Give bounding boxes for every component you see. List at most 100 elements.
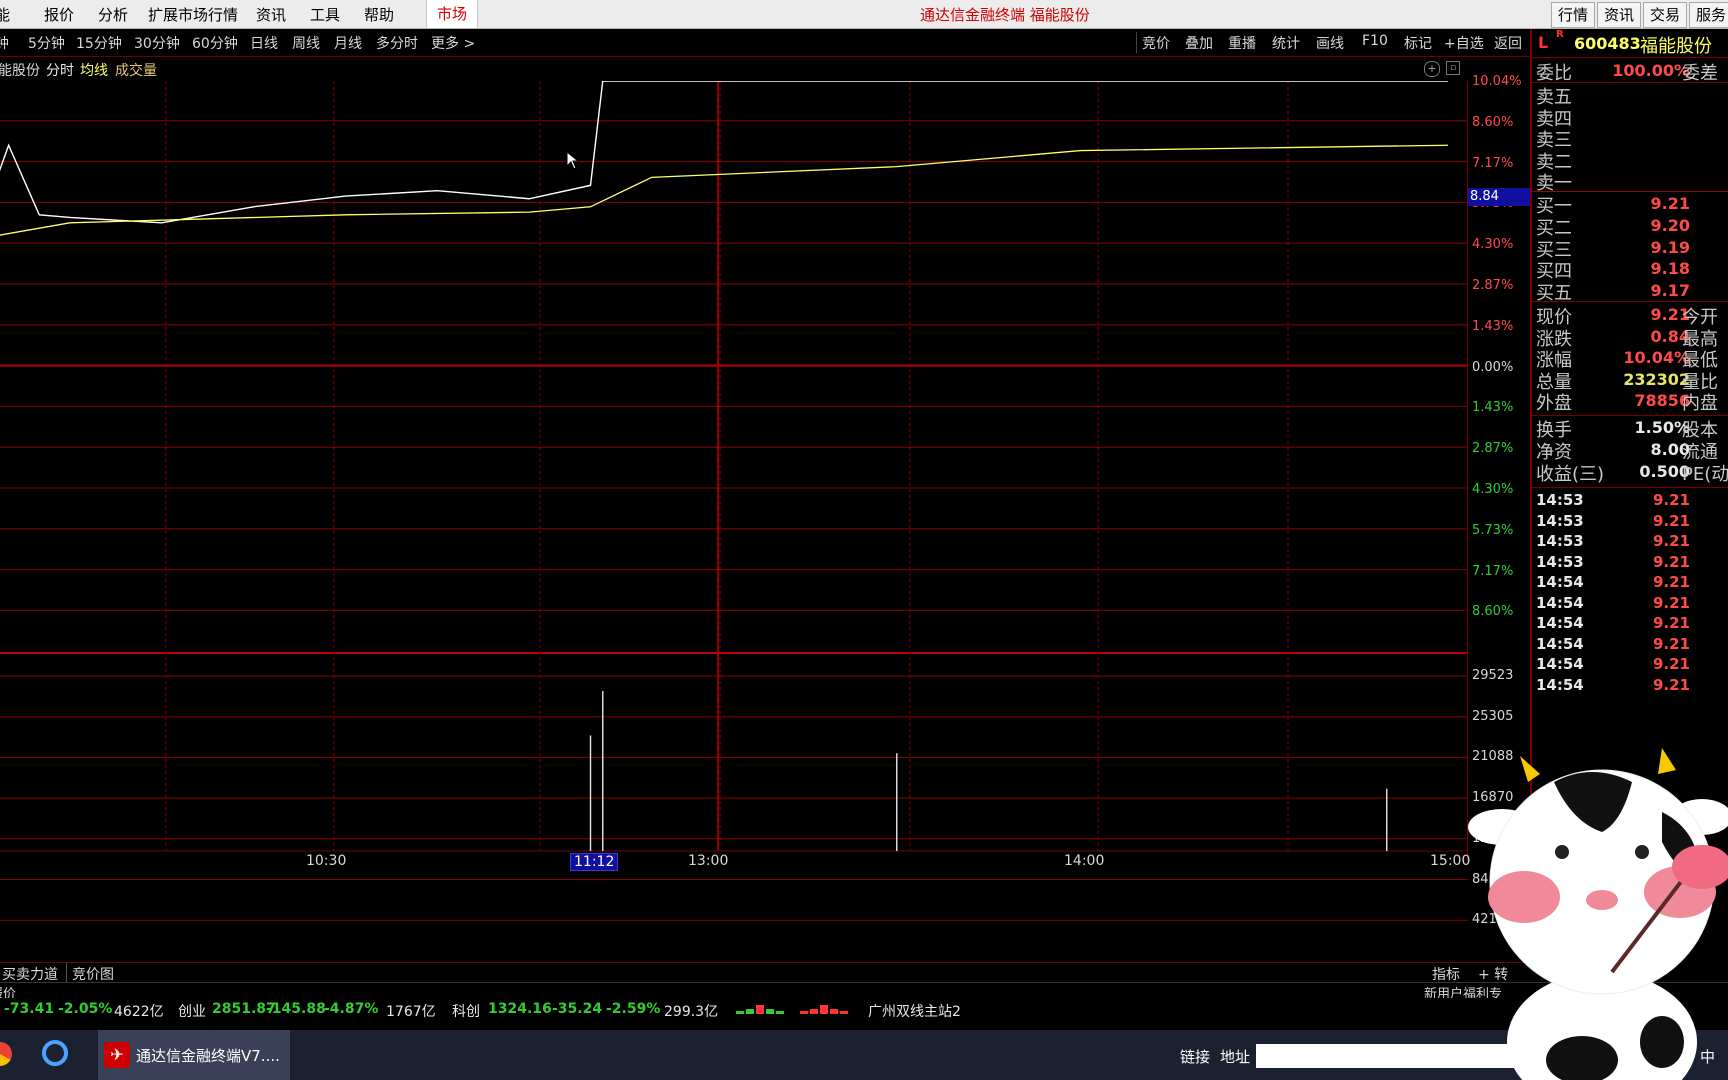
time-axis-label: 14:00 [1064, 853, 1105, 869]
chart-header: 福能股份 分时 均线 成交量 + ▫ [0, 57, 1468, 81]
replay-button[interactable]: 重播 [1228, 33, 1256, 53]
sh-amount: 4622亿 [114, 1004, 164, 1020]
tick-price: 9.21 [1652, 491, 1690, 509]
period-multi-intraday[interactable]: 多分时 [376, 33, 418, 53]
period-60min[interactable]: 60分钟 [192, 33, 238, 53]
tick-time: 14:54 [1536, 593, 1584, 612]
menu-help[interactable]: 帮助 [364, 4, 394, 25]
avg-line [0, 144, 1449, 236]
cy-name[interactable]: 创业 [178, 1001, 206, 1021]
chart-svg [0, 81, 1468, 921]
weibi-value: 100.00% [1612, 61, 1690, 80]
volume-label[interactable]: 成交量 [115, 60, 157, 80]
price-axis-label: 1.43% [1472, 400, 1514, 416]
period-30min[interactable]: 30分钟 [134, 33, 180, 53]
browser-icon[interactable] [42, 1040, 68, 1066]
cow-mascot-sticker [1468, 748, 1728, 1080]
period-5min[interactable]: 5分钟 [28, 33, 65, 53]
price-axis-label: 2.87% [1472, 441, 1514, 457]
more-periods[interactable]: 更多 > [431, 33, 475, 53]
tab-buy-sell-power[interactable]: 买卖力道 [2, 964, 58, 984]
period-15min[interactable]: 15分钟 [76, 33, 122, 53]
zoom-icon[interactable]: + [1424, 61, 1440, 77]
trade-button[interactable]: 交易 [1643, 2, 1687, 28]
market-button[interactable]: 行情 [1551, 2, 1595, 28]
f10-button[interactable]: F10 [1362, 33, 1388, 49]
menu-extended-market[interactable]: 扩展市场行情 [148, 4, 238, 25]
chrome-icon[interactable] [0, 1042, 12, 1066]
period-monthly[interactable]: 月线 [334, 33, 362, 53]
tick-time: 14:53 [1536, 552, 1584, 571]
add-watchlist-button[interactable]: +自选 [1444, 33, 1484, 53]
buy-level-price: 9.17 [1650, 281, 1690, 301]
price-axis-label: 4.30% [1472, 237, 1514, 253]
period-weekly[interactable]: 周线 [292, 33, 320, 53]
server-station[interactable]: 广州双线主站2 [868, 1001, 961, 1021]
r-indicator: R [1556, 29, 1564, 40]
tick-time: 14:53 [1536, 532, 1584, 550]
panel-stock-name: 福能股份 [1640, 36, 1712, 57]
price-axis-label: 10.04% [1472, 74, 1522, 89]
intraday-chart[interactable]: 10.04% 8.60% 7.17% 5.73% 4.30% 2.87% 1.43% 0.00… [0, 74, 1532, 962]
sh-pct: -2.05% [58, 1001, 113, 1017]
kc-amount: 299.3亿 [664, 1004, 719, 1020]
tab-indicator[interactable]: 指标 [1432, 964, 1460, 984]
link-label[interactable]: 链接 [1180, 1046, 1210, 1067]
draw-line-button[interactable]: 画线 [1316, 33, 1344, 53]
tick-price: 9.21 [1652, 614, 1690, 632]
mouse-cursor-icon [566, 151, 580, 170]
price-axis-label: 7.17% [1472, 563, 1514, 579]
avg-line-label[interactable]: 均线 [80, 60, 108, 80]
quote-value: 0.84 [1650, 326, 1690, 346]
mark-button[interactable]: 标记 [1404, 33, 1432, 53]
taskbar-app-label: 通达信金融终端V7.... [136, 1047, 280, 1065]
cursor-time-badge: 11:12 [570, 853, 619, 871]
service-button[interactable]: 服务 [1689, 2, 1728, 28]
menu-tools[interactable]: 工具 [310, 4, 340, 25]
panel-toggle-icon[interactable]: ▫ [1446, 61, 1460, 75]
kc-name[interactable]: 科创 [452, 1001, 480, 1021]
price-axis-label: 8.60% [1472, 604, 1514, 620]
period-toolbar: 1分钟 5分钟 15分钟 30分钟 60分钟 日线 周线 月线 多分时 更多 >… [0, 29, 1530, 57]
volume-axis-label: 29523 [1472, 668, 1514, 683]
kc-pct: -2.59% [606, 1001, 661, 1017]
panel-header: L R 600483 福能股份 [1532, 29, 1728, 58]
stock-code: 600483 [1574, 34, 1641, 53]
intraday-label[interactable]: 分时 [46, 60, 74, 80]
finance-value: 8.00 [1650, 440, 1690, 459]
menu-quote[interactable]: 报价 [44, 4, 74, 25]
indicator-tabs: 买卖力道 竞价图 指标 + 转 [0, 962, 1530, 983]
tick-time: 14:54 [1536, 655, 1584, 673]
time-axis-label: 10:30 [306, 853, 347, 869]
quote-label: 外盘 [1536, 393, 1572, 415]
finance-label: 收益(三) [1536, 464, 1605, 485]
quote-value: 78856 [1634, 391, 1690, 411]
menu-bar: 功能 报价 分析 扩展市场行情 资讯 工具 帮助 市场 通达信金融终端 福能股份… [0, 0, 1728, 29]
tdx-app-icon: ✈ [104, 1042, 130, 1068]
finance-value: 0.500 [1639, 462, 1690, 481]
overlay-button[interactable]: 叠加 [1185, 33, 1213, 53]
menu-analysis[interactable]: 分析 [98, 4, 128, 25]
price-axis-label: 0.00% [1472, 359, 1514, 375]
menu-function[interactable]: 功能 [0, 4, 10, 25]
period-1min[interactable]: 1分钟 [0, 33, 9, 53]
cy-amount: 1767亿 [386, 1004, 436, 1020]
quote-value: 9.21 [1650, 305, 1690, 324]
sh-change: -73.41 [4, 1001, 55, 1017]
market-breadth-icon [736, 1005, 848, 1014]
tick-time: 14:54 [1536, 614, 1584, 632]
auction-button[interactable]: 竞价 [1142, 33, 1170, 53]
cy-pct: -4.87% [324, 1001, 379, 1017]
price-axis-label: 7.17% [1472, 155, 1514, 171]
quote-label-right: 内盘 [1682, 393, 1718, 415]
taskbar-app-tdx[interactable]: ✈ 通达信金融终端V7.... [98, 1030, 290, 1080]
menu-news[interactable]: 资讯 [256, 4, 286, 25]
buy-level-price: 9.21 [1650, 194, 1690, 213]
tab-auction-chart[interactable]: 竞价图 [72, 964, 114, 984]
volume-axis-label: 25305 [1472, 708, 1514, 724]
market-tab[interactable]: 市场 [426, 0, 478, 28]
news-button[interactable]: 资讯 [1597, 2, 1641, 28]
statistics-button[interactable]: 统计 [1272, 33, 1300, 53]
period-daily[interactable]: 日线 [250, 33, 278, 53]
back-button[interactable]: 返回 [1494, 33, 1522, 53]
